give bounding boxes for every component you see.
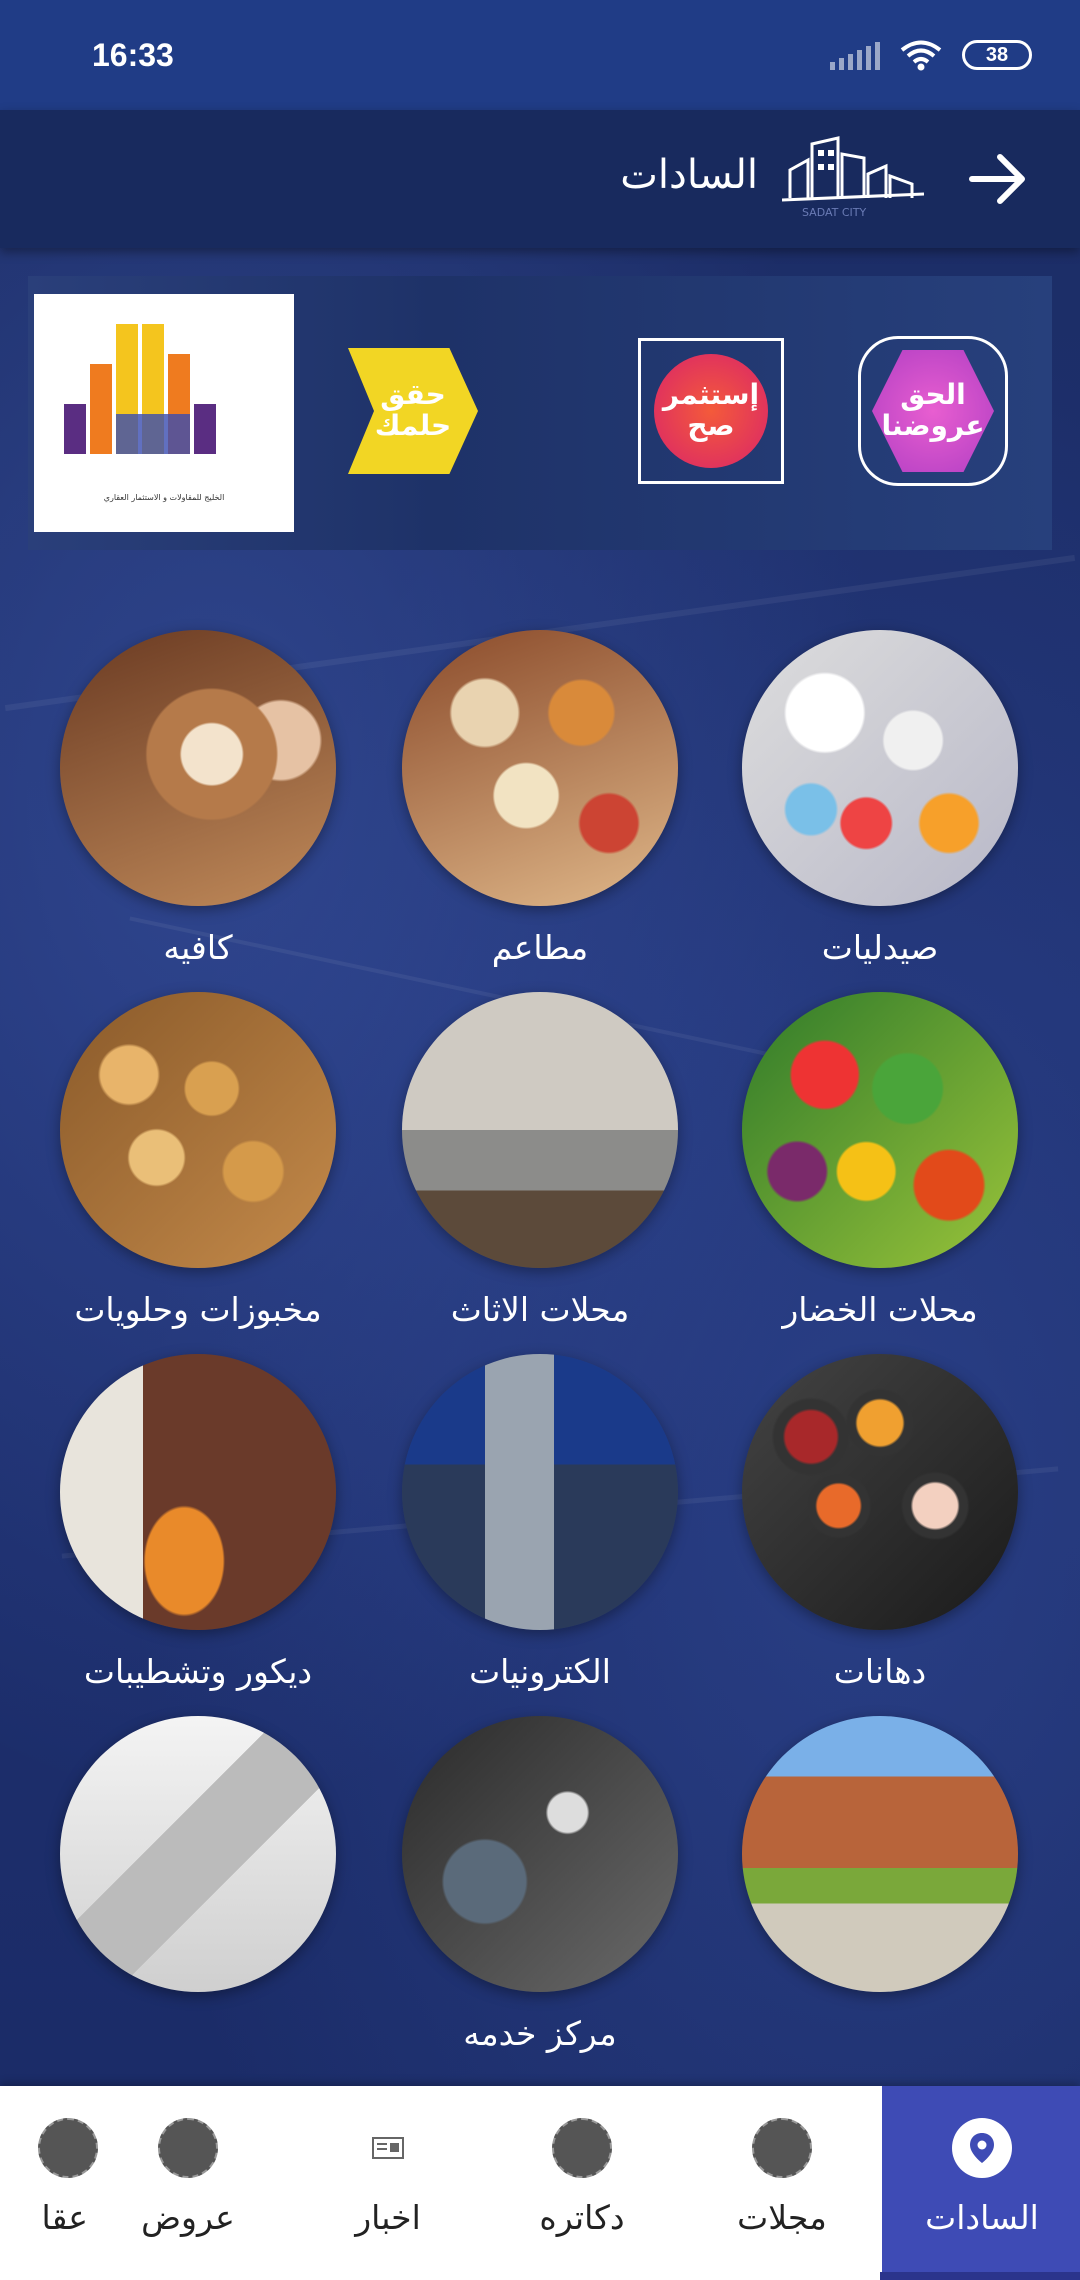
service-center-image: [402, 1716, 678, 1992]
category-school[interactable]: [730, 1716, 1030, 1992]
nav-item-offers[interactable]: عروض: [88, 2086, 288, 2280]
bottom-nav: السادات مجلات دكاتره اخبار عروض عقا: [0, 2086, 1080, 2280]
status-time: 16:33: [92, 36, 174, 73]
nav-label: السادات: [925, 2198, 1039, 2237]
category-label: محلات الخضار: [782, 1290, 978, 1329]
wifi-icon: [900, 40, 942, 71]
calendar-icon: [158, 2118, 218, 2178]
nav-item-doctors[interactable]: دكاتره: [482, 2086, 682, 2280]
category-service-center[interactable]: مركز خدمه: [390, 1716, 690, 2053]
nav-item-news[interactable]: اخبار: [288, 2086, 488, 2280]
pharmacy-image: [742, 630, 1018, 906]
nav-label: اخبار: [355, 2198, 421, 2237]
category-label: ديكور وتشطيبات: [83, 1652, 313, 1691]
promo-banner[interactable]: الخليج للمقاولات و الاستثمار العقاري حقق…: [28, 276, 1052, 550]
bakery-image: [60, 992, 336, 1268]
category-label: محلات الاثاث: [450, 1290, 630, 1329]
promo-label: إستثمر صح: [662, 378, 760, 442]
company-logo: الخليج للمقاولات و الاستثمار العقاري: [34, 294, 294, 532]
paints-image: [742, 1354, 1018, 1630]
promo-offers[interactable]: الحق عروضنا: [858, 336, 1008, 486]
category-label: مطاعم: [491, 928, 589, 967]
cafe-image: [60, 630, 336, 906]
vegetables-image: [742, 992, 1018, 1268]
school-image: [742, 1716, 1018, 1992]
nav-label: عروض: [141, 2198, 235, 2237]
promo-label: الحق عروضنا: [881, 378, 985, 442]
news-icon: [358, 2118, 418, 2178]
construction-image: [60, 1716, 336, 1992]
category-label: صيدليات: [821, 928, 939, 967]
nav-label: مجلات: [737, 2198, 827, 2237]
promo-label: حقق حلمك: [374, 378, 452, 442]
restaurant-image: [402, 630, 678, 906]
category-vegetables[interactable]: محلات الخضار: [730, 992, 1030, 1329]
promo-invest-right[interactable]: إستثمر صح: [636, 336, 786, 486]
doctor-icon: [552, 2118, 612, 2178]
category-restaurants[interactable]: مطاعم: [390, 630, 690, 967]
realestate-icon: [38, 2118, 98, 2178]
city-logo: SADAT CITY: [782, 136, 924, 219]
magazine-icon: [752, 2118, 812, 2178]
nav-item-magazines[interactable]: مجلات: [682, 2086, 882, 2280]
back-button[interactable]: [966, 150, 1030, 208]
arrow-right-icon: [969, 154, 1025, 204]
active-indicator: [880, 2272, 1080, 2280]
furniture-image: [402, 992, 678, 1268]
app-header: SADAT CITY السادات: [0, 110, 1080, 248]
promo-achieve-dream[interactable]: حقق حلمك: [338, 336, 488, 486]
signal-icon: [830, 40, 880, 70]
nav-item-realestate[interactable]: عقا: [0, 2086, 98, 2280]
decor-image: [60, 1354, 336, 1630]
category-label: مركز خدمه: [463, 2014, 617, 2053]
page-title: السادات: [620, 152, 758, 198]
category-label: الكترونيات: [469, 1652, 611, 1691]
category-pharmacies[interactable]: صيدليات: [730, 630, 1030, 967]
nav-label: دكاتره: [539, 2198, 625, 2237]
category-label: مخبوزات وحلويات: [74, 1290, 322, 1329]
category-bakery[interactable]: مخبوزات وحلويات: [48, 992, 348, 1329]
category-decor[interactable]: ديكور وتشطيبات: [48, 1354, 348, 1691]
category-electronics[interactable]: الكترونيات: [390, 1354, 690, 1691]
category-label: كافيه: [163, 928, 233, 967]
electronics-image: [402, 1354, 678, 1630]
nav-label: عقا: [41, 2198, 88, 2237]
category-cafe[interactable]: كافيه: [48, 630, 348, 967]
logo-caption: SADAT CITY: [802, 206, 867, 219]
location-pin-icon: [952, 2118, 1012, 2178]
category-construction[interactable]: [48, 1716, 348, 1992]
status-icons: 38: [830, 39, 1032, 71]
category-paints[interactable]: دهانات: [730, 1354, 1030, 1691]
company-logo-caption: الخليج للمقاولات و الاستثمار العقاري: [103, 493, 225, 502]
category-furniture[interactable]: محلات الاثاث: [390, 992, 690, 1329]
status-bar: 16:33 38: [0, 0, 1080, 110]
battery-icon: 38: [962, 40, 1032, 70]
category-label: دهانات: [833, 1652, 927, 1691]
nav-item-sadat[interactable]: السادات: [882, 2086, 1080, 2280]
